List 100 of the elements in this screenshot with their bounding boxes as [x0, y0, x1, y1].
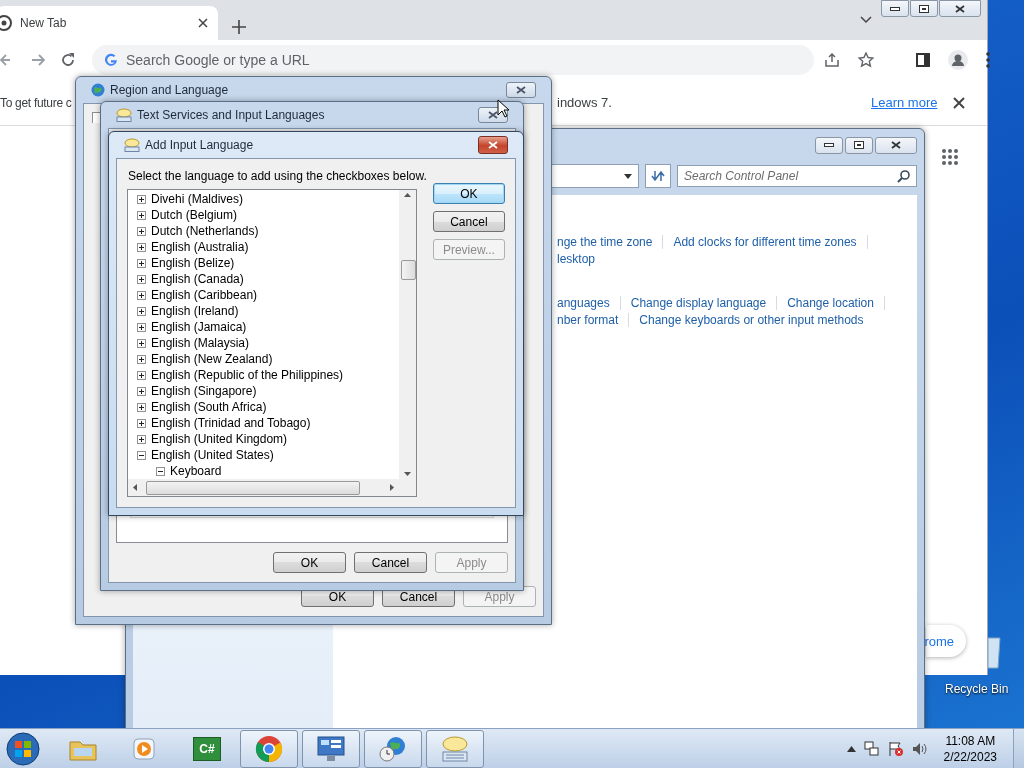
expander-icon[interactable] — [137, 194, 146, 204]
customize-button[interactable]: rome — [926, 625, 966, 657]
maximize-button[interactable] — [910, 0, 938, 17]
close-button[interactable] — [939, 0, 981, 17]
expander-icon[interactable] — [137, 418, 146, 428]
expander-icon[interactable] — [137, 450, 146, 460]
chevron-up-icon[interactable] — [846, 746, 856, 752]
tree-item[interactable]: Keyboard — [170, 464, 222, 478]
expander-icon[interactable] — [137, 354, 146, 364]
expander-icon[interactable] — [137, 338, 146, 348]
flag-error-icon[interactable] — [887, 741, 904, 757]
address-bar[interactable]: Search Google or type a URL — [92, 45, 814, 75]
close-icon[interactable] — [953, 96, 965, 109]
desktop-icon-label[interactable]: Recycle Bin — [945, 682, 1009, 696]
dialog-button[interactable]: OK — [432, 183, 505, 204]
clock-time[interactable]: 11:08 AM — [945, 734, 996, 748]
tree-item[interactable]: English (Singapore) — [151, 384, 257, 398]
close-button[interactable] — [875, 136, 917, 154]
refresh-button[interactable] — [645, 164, 671, 188]
plus-icon[interactable] — [232, 20, 246, 34]
close-button[interactable] — [478, 136, 508, 154]
side-panel-icon[interactable] — [916, 53, 930, 67]
taskbar-button[interactable] — [426, 730, 484, 768]
tree-item[interactable]: English (New Zealand) — [151, 352, 273, 366]
minimize-button[interactable] — [815, 136, 843, 154]
clock-date[interactable]: 2/22/2023 — [943, 750, 997, 764]
minimize-button[interactable] — [881, 0, 909, 17]
share-icon[interactable] — [824, 52, 840, 68]
close-button[interactable] — [506, 82, 536, 98]
tree-item[interactable]: English (Caribbean) — [151, 288, 258, 302]
network-icon[interactable] — [863, 741, 880, 757]
chrome-icon[interactable] — [255, 735, 283, 763]
expander-icon[interactable] — [137, 402, 146, 412]
language-tree[interactable] — [127, 189, 417, 497]
settings-link[interactable]: nber format — [557, 313, 619, 327]
settings-link[interactable]: nge the time zone — [557, 235, 653, 249]
tree-item[interactable]: English (United Kingdom) — [151, 432, 288, 446]
globe-clock-icon[interactable] — [378, 735, 408, 763]
instruction-text: Select the language to add using the checkboxes below. — [128, 169, 427, 183]
expander-icon[interactable] — [137, 274, 146, 284]
taskbar-button[interactable] — [364, 730, 422, 768]
expander-icon[interactable] — [137, 434, 146, 444]
chevron-down-icon[interactable] — [860, 16, 872, 24]
scroll-thumb[interactable] — [146, 481, 360, 495]
settings-link[interactable]: Change keyboards or other input methods — [639, 313, 864, 327]
tree-item[interactable]: Dutch (Netherlands) — [151, 224, 259, 238]
restore-icon — [854, 141, 864, 149]
taskbar-button[interactable] — [302, 730, 360, 768]
dialog-button[interactable]: OK — [273, 552, 346, 573]
settings-link[interactable]: anguages — [557, 296, 610, 310]
dialog-button[interactable]: Cancel — [432, 211, 505, 232]
search-icon — [897, 170, 910, 183]
expander-icon[interactable] — [137, 210, 146, 220]
tree-item[interactable]: English (Ireland) — [151, 304, 239, 318]
tree-item[interactable]: Dutch (Belgium) — [151, 208, 238, 222]
expander-icon[interactable] — [137, 370, 146, 380]
maximize-button[interactable] — [845, 136, 873, 154]
csharp-icon[interactable]: C# — [193, 737, 221, 761]
settings-link[interactable]: Change location — [787, 296, 874, 310]
browser-tab[interactable]: New Tab — [0, 6, 218, 40]
taskbar-button[interactable] — [240, 730, 298, 768]
profile-icon[interactable] — [948, 50, 968, 70]
tree-item[interactable]: English (Belize) — [151, 256, 235, 270]
settings-link[interactable]: Change display language — [630, 296, 767, 310]
expander-icon[interactable] — [137, 322, 146, 332]
learn-more-link[interactable]: Learn more — [871, 95, 938, 110]
apps-grid-icon[interactable] — [941, 148, 959, 166]
forward-icon[interactable] — [32, 53, 46, 67]
vertical-scrollbar[interactable] — [399, 190, 416, 479]
tree-item[interactable]: Divehi (Maldives) — [151, 192, 244, 206]
close-icon[interactable] — [198, 18, 208, 28]
taskbar-button[interactable]: C# — [178, 730, 236, 768]
search-field[interactable]: Search Control Panel — [677, 165, 917, 187]
menu-icon[interactable] — [986, 52, 990, 68]
tree-item[interactable]: English (United States) — [151, 448, 274, 462]
expander-icon[interactable] — [137, 226, 146, 236]
back-icon[interactable] — [0, 53, 10, 67]
tree-item[interactable]: English (Trinidad and Tobago) — [151, 416, 311, 430]
tree-item[interactable]: English (Australia) — [151, 240, 249, 254]
expander-icon[interactable] — [137, 290, 146, 300]
tree-item[interactable]: English (Republic of the Philippines) — [151, 368, 344, 382]
reload-icon[interactable] — [60, 52, 76, 68]
settings-link[interactable]: Add clocks for different time zones — [673, 235, 857, 249]
expander-icon[interactable] — [137, 258, 146, 268]
tree-item[interactable]: English (Jamaica) — [151, 320, 247, 334]
monitor-icon[interactable] — [316, 735, 346, 763]
expander-icon[interactable] — [137, 306, 146, 316]
tree-item[interactable]: English (Canada) — [151, 272, 244, 286]
expander-icon[interactable] — [156, 466, 165, 476]
tree-item[interactable]: English (South Africa) — [151, 400, 267, 414]
scroll-thumb[interactable] — [401, 260, 416, 280]
star-icon[interactable] — [858, 52, 874, 68]
expander-icon[interactable] — [137, 242, 146, 252]
speaker-icon[interactable] — [911, 741, 928, 757]
tree-item[interactable]: English (Malaysia) — [151, 336, 250, 350]
expander-icon[interactable] — [137, 386, 146, 396]
dialog-button[interactable]: Cancel — [354, 552, 427, 573]
settings-link[interactable]: lesktop — [557, 252, 596, 266]
start-button-icon[interactable] — [6, 732, 40, 766]
horizontal-scrollbar[interactable] — [128, 479, 399, 496]
